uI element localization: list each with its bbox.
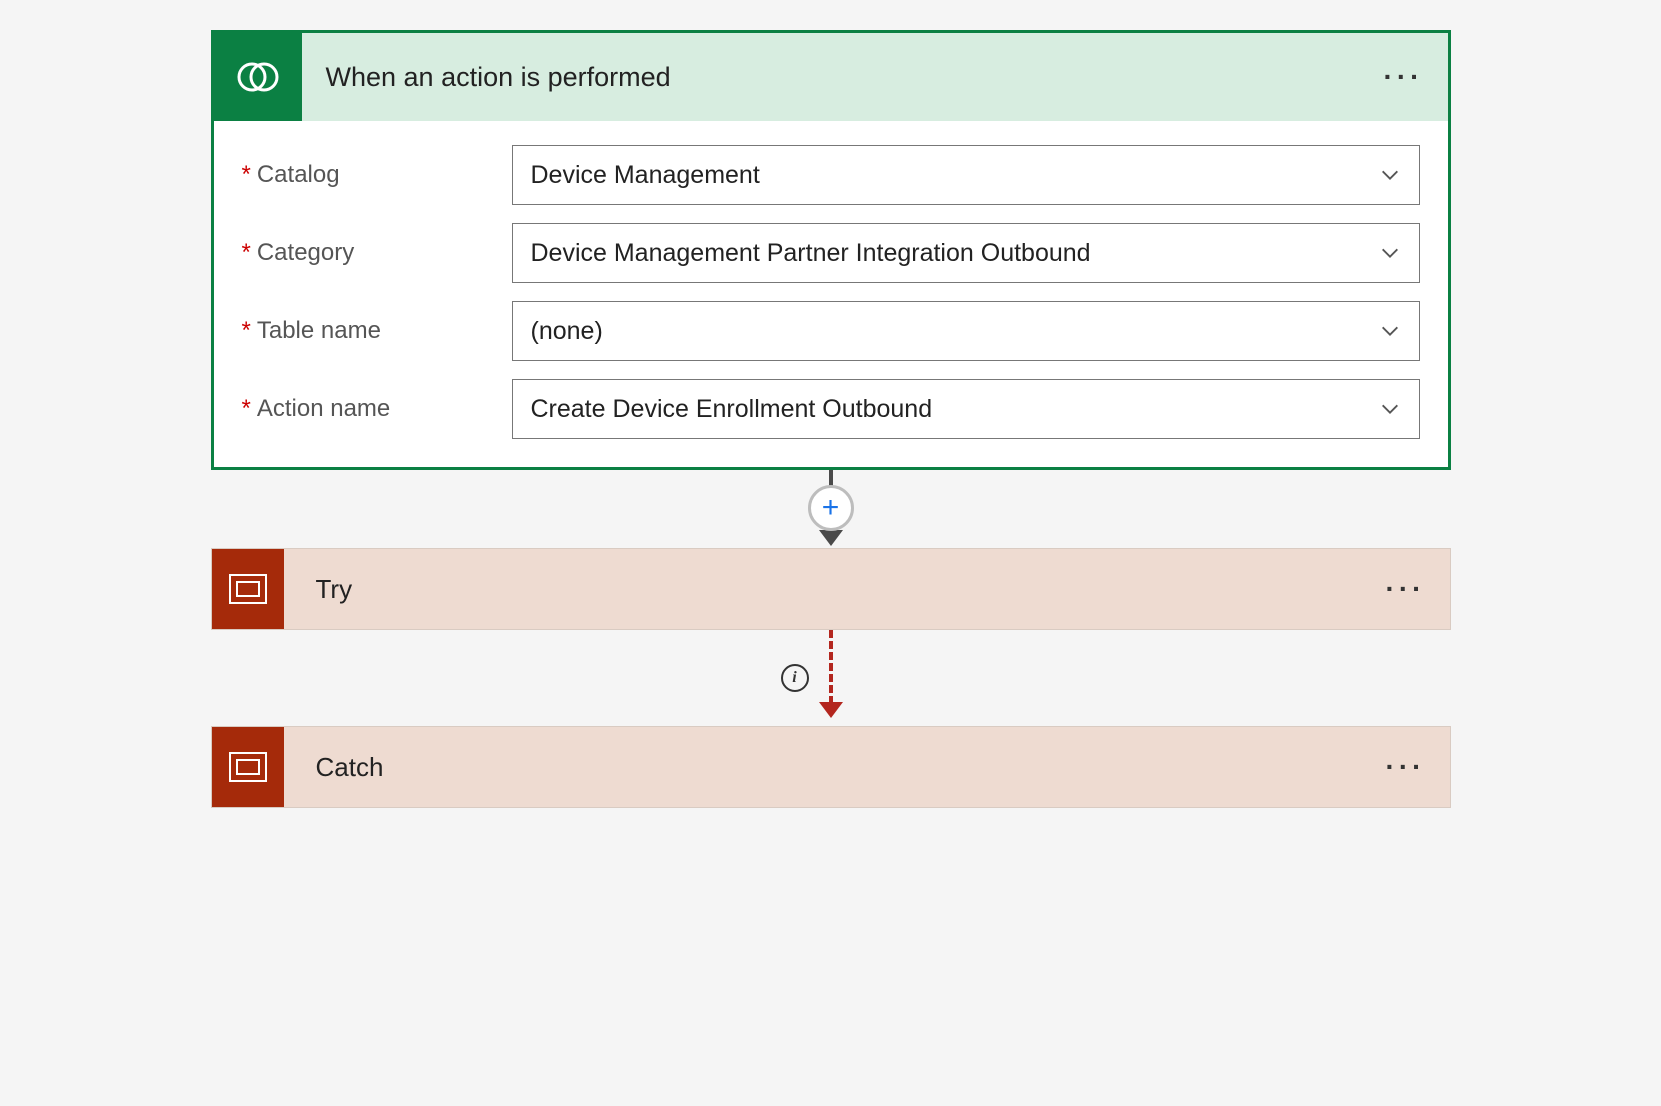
chevron-down-icon <box>1379 242 1401 264</box>
scope-icon <box>212 549 284 629</box>
trigger-card-header[interactable]: When an action is performed ··· <box>214 33 1448 121</box>
actionname-dropdown[interactable]: Create Device Enrollment Outbound <box>512 379 1420 439</box>
dataverse-icon <box>214 33 302 121</box>
plus-icon: + <box>822 491 840 525</box>
category-label: *Category <box>242 239 512 267</box>
connector-line <box>829 470 833 486</box>
connector-trigger-to-try: + <box>211 470 1451 548</box>
catch-step-menu-button[interactable]: ··· <box>1386 751 1450 783</box>
actionname-value: Create Device Enrollment Outbound <box>531 395 933 424</box>
trigger-menu-button[interactable]: ··· <box>1384 61 1448 93</box>
trigger-title: When an action is performed <box>302 62 1384 93</box>
catch-step-header[interactable]: Catch ··· <box>212 727 1450 807</box>
category-dropdown[interactable]: Device Management Partner Integration Ou… <box>512 223 1420 283</box>
chevron-down-icon <box>1379 398 1401 420</box>
category-value: Device Management Partner Integration Ou… <box>531 239 1091 268</box>
catalog-label: *Catalog <box>242 161 512 189</box>
catch-step-title: Catch <box>284 752 1386 783</box>
actionname-label: *Action name <box>242 395 512 423</box>
scope-icon <box>212 727 284 807</box>
connector-dashed-line <box>829 630 833 704</box>
catalog-dropdown[interactable]: Device Management <box>512 145 1420 205</box>
tablename-row: *Table name (none) <box>242 301 1420 361</box>
tablename-dropdown[interactable]: (none) <box>512 301 1420 361</box>
arrow-down-icon <box>819 702 843 718</box>
tablename-label: *Table name <box>242 317 512 345</box>
trigger-card: When an action is performed ··· *Catalog… <box>211 30 1451 470</box>
try-step-menu-button[interactable]: ··· <box>1386 573 1450 605</box>
catalog-row: *Catalog Device Management <box>242 145 1420 205</box>
chevron-down-icon <box>1379 164 1401 186</box>
chevron-down-icon <box>1379 320 1401 342</box>
try-step-card[interactable]: Try ··· <box>211 548 1451 630</box>
try-step-header[interactable]: Try ··· <box>212 549 1450 629</box>
add-step-button[interactable]: + <box>808 485 854 531</box>
catalog-value: Device Management <box>531 161 760 190</box>
try-step-title: Try <box>284 574 1386 605</box>
tablename-value: (none) <box>531 317 603 346</box>
catch-step-card[interactable]: Catch ··· <box>211 726 1451 808</box>
info-icon: i <box>792 669 796 687</box>
run-after-info-button[interactable]: i <box>781 664 809 692</box>
category-row: *Category Device Management Partner Inte… <box>242 223 1420 283</box>
trigger-card-body: *Catalog Device Management *Category Dev… <box>214 121 1448 467</box>
connector-try-to-catch: i <box>211 630 1451 726</box>
arrow-down-icon <box>819 530 843 546</box>
actionname-row: *Action name Create Device Enrollment Ou… <box>242 379 1420 439</box>
